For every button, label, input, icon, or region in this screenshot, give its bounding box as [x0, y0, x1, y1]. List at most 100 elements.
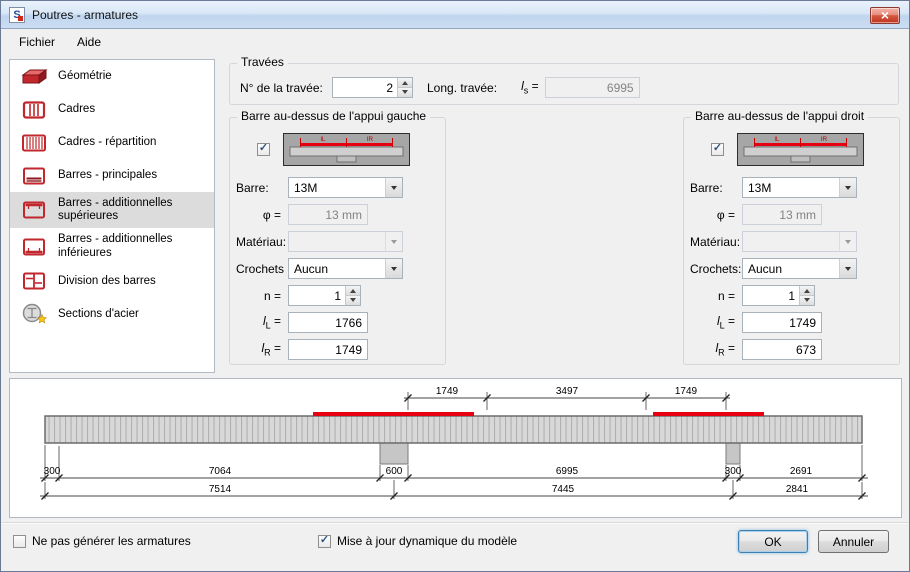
- app-icon: S: [9, 6, 25, 23]
- span-number-label: N° de la travée:: [240, 80, 323, 95]
- sidebar-item-cadres-repartition[interactable]: Cadres - répartition: [10, 126, 214, 159]
- spin-up-icon[interactable]: [800, 286, 814, 296]
- stirrups-icon: [22, 100, 46, 119]
- right-lR-field[interactable]: [742, 339, 822, 360]
- right-hooks-select[interactable]: Aucun: [742, 258, 857, 279]
- phi-label: φ =: [716, 207, 735, 222]
- sidebar-item-division-des-barres[interactable]: Division des barres: [10, 265, 214, 298]
- left-top-rebar: [313, 412, 474, 416]
- beam-elevation-panel: 1749 3497 1749 300 7064 600 6995 300 269…: [9, 378, 902, 518]
- spin-up-icon[interactable]: [346, 286, 360, 296]
- left-support-bar-group: Barre au-dessus de l'appui gauche ✓ lL l…: [229, 109, 446, 365]
- window-title: Poutres - armatures: [32, 7, 139, 22]
- ok-button[interactable]: OK: [738, 530, 808, 553]
- menu-help[interactable]: Aide: [66, 31, 112, 53]
- dim-label: 7064: [209, 466, 232, 477]
- dim-label: 7445: [552, 484, 575, 495]
- left-lL-field[interactable]: [288, 312, 368, 333]
- sidebar-item-barres-additionnelles-superieures[interactable]: Barres - additionnelles supérieures: [10, 192, 214, 229]
- left-bar-diagram: lL lR: [283, 133, 410, 166]
- right-n-input[interactable]: [743, 286, 799, 305]
- geometry-icon: [21, 68, 48, 84]
- chevron-down-icon: [385, 259, 402, 278]
- lR-label: lR =: [261, 341, 281, 358]
- sidebar-item-label: Géométrie: [58, 69, 112, 82]
- sidebar-item-sections-acier[interactable]: Sections d'acier: [10, 298, 214, 331]
- left-n-stepper[interactable]: [288, 285, 361, 306]
- right-group-title: Barre au-dessus de l'appui droit: [691, 109, 869, 123]
- span-number-stepper[interactable]: [332, 77, 413, 98]
- thumb-dim-label: lR: [821, 136, 827, 143]
- bottom-additional-bars-icon: [23, 238, 45, 256]
- spin-down-icon[interactable]: [800, 296, 814, 305]
- left-hooks-select[interactable]: Aucun: [288, 258, 403, 279]
- sidebar: Géométrie Cadres Cadres - répartition Ba…: [9, 59, 215, 373]
- spin-down-icon[interactable]: [346, 296, 360, 305]
- sidebar-item-label: Cadres - répartition: [58, 135, 157, 148]
- right-bar-size-select[interactable]: 13M: [742, 177, 857, 198]
- sidebar-item-barres-principales[interactable]: Barres - principales: [10, 159, 214, 192]
- dim-label: 600: [386, 466, 403, 477]
- lL-label: lL =: [262, 314, 281, 331]
- dim-label: 1749: [675, 386, 698, 397]
- left-bar-size-select[interactable]: 13M: [288, 177, 403, 198]
- left-bar-enabled-checkbox[interactable]: ✓: [257, 143, 270, 156]
- spin-down-icon[interactable]: [398, 88, 412, 97]
- phi-label: φ =: [262, 207, 281, 222]
- sidebar-item-cadres[interactable]: Cadres: [10, 93, 214, 126]
- footer-separator: [1, 522, 909, 524]
- dim-label: 2691: [790, 466, 813, 477]
- dynamic-update-checkbox[interactable]: ✓: [318, 534, 331, 548]
- span-length-label: Long. travée:: [427, 80, 498, 95]
- bar-label: Barre:: [236, 180, 269, 195]
- chevron-down-icon: [839, 232, 856, 251]
- no-generate-row: Ne pas générer les armatures: [13, 534, 191, 548]
- span-number-input[interactable]: [333, 78, 397, 97]
- left-lR-field[interactable]: [288, 339, 368, 360]
- dynamic-update-row: ✓ Mise à jour dynamique du modèle: [318, 534, 517, 548]
- thumb-dim-label: lL: [774, 136, 779, 143]
- dim-label: 1749: [436, 386, 459, 397]
- sidebar-item-geometrie[interactable]: Géométrie: [10, 60, 214, 93]
- sidebar-item-label: Cadres: [58, 102, 96, 115]
- chevron-down-icon: [839, 259, 856, 278]
- bar-division-icon: [23, 272, 45, 290]
- steel-sections-icon: [22, 304, 47, 324]
- right-bar-enabled-checkbox[interactable]: ✓: [711, 143, 724, 156]
- sidebar-item-barres-additionnelles-inferieures[interactable]: Barres - additionnelles inférieures: [10, 228, 214, 264]
- dim-label: 300: [44, 466, 61, 477]
- material-label: Matériau:: [236, 234, 287, 249]
- sidebar-item-label: Barres - principales: [58, 168, 158, 181]
- stirrup-distribution-icon: [22, 134, 46, 151]
- spans-group: Travées N° de la travée: Long. travée: l…: [229, 55, 899, 105]
- right-n-stepper[interactable]: [742, 285, 815, 306]
- left-n-input[interactable]: [289, 286, 345, 305]
- right-bar-diagram: lL lR: [737, 133, 864, 166]
- titlebar[interactable]: S Poutres - armatures ×: [1, 1, 909, 29]
- right-top-rebar: [653, 412, 764, 416]
- top-additional-bars-icon: [23, 201, 45, 219]
- chevron-down-icon: [385, 178, 402, 197]
- spin-up-icon[interactable]: [398, 78, 412, 88]
- dialog-window: S Poutres - armatures × Fichier Aide Géo…: [0, 0, 910, 572]
- chevron-down-icon: [839, 178, 856, 197]
- dim-label: 7514: [209, 484, 232, 495]
- main-bars-icon: [23, 167, 45, 184]
- app-icon-letter: S: [13, 8, 21, 21]
- sidebar-item-label: Division des barres: [58, 274, 156, 287]
- dim-label: 2841: [786, 484, 809, 495]
- checkmark-icon: ✓: [712, 142, 723, 154]
- no-generate-checkbox[interactable]: [13, 534, 26, 548]
- cancel-button[interactable]: Annuler: [818, 530, 889, 553]
- right-lL-field[interactable]: [742, 312, 822, 333]
- hooks-label: Crochets: [236, 261, 285, 276]
- material-label: Matériau:: [690, 234, 741, 249]
- close-icon: ×: [880, 6, 890, 23]
- right-material-select: [742, 231, 857, 252]
- dim-label: 300: [725, 466, 742, 477]
- menu-file[interactable]: Fichier: [8, 31, 66, 53]
- dim-label: 3497: [556, 386, 579, 397]
- checkmark-icon: ✓: [258, 142, 269, 154]
- close-button[interactable]: ×: [870, 7, 900, 24]
- sidebar-item-label: Sections d'acier: [58, 307, 139, 320]
